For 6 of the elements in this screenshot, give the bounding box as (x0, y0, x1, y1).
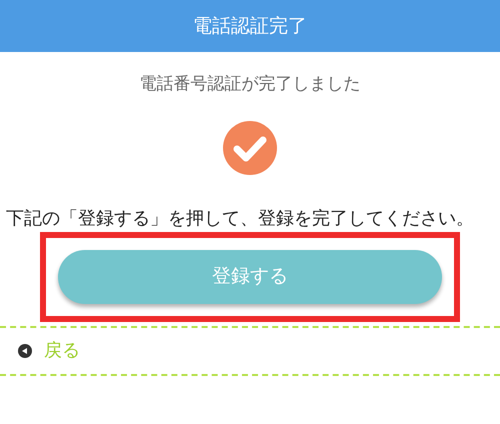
register-button[interactable]: 登録する (58, 250, 442, 304)
back-link[interactable]: 戻る (44, 337, 80, 364)
success-message: 電話番号認証が完了しました (140, 73, 360, 96)
back-icon[interactable] (18, 344, 32, 358)
instruction-text: 下記の「登録する」を押して、登録を完了してください。 (6, 208, 474, 228)
page-title: 電話認証完了 (193, 14, 307, 39)
